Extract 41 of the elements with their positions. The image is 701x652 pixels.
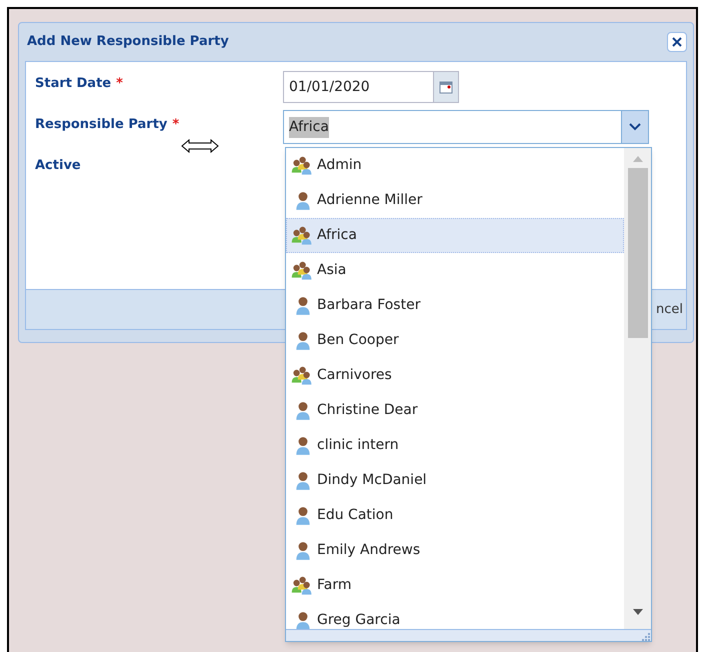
list-item[interactable]: Barbara Foster [286, 288, 624, 323]
list-item[interactable]: Christine Dear [286, 393, 624, 428]
required-mark: * [172, 116, 180, 134]
close-icon [671, 36, 683, 48]
scroll-thumb[interactable] [628, 168, 648, 338]
scroll-down-icon[interactable] [632, 609, 642, 615]
cancel-button[interactable]: ncel [656, 300, 684, 320]
list-item[interactable]: Admin [286, 148, 624, 183]
scrollbar[interactable] [624, 148, 651, 629]
date-field[interactable]: 01/01/2020 [283, 71, 459, 103]
person-icon [295, 470, 311, 490]
list-item[interactable]: clinic intern [286, 428, 624, 463]
resize-cursor-icon [181, 139, 219, 153]
list-item[interactable]: Adrienne Miller [286, 183, 624, 218]
combo-field[interactable]: Africa [283, 110, 649, 144]
person-icon [295, 436, 311, 456]
close-button[interactable] [667, 32, 687, 52]
field-label: Responsible Party [35, 116, 168, 134]
calendar-icon[interactable] [433, 72, 458, 102]
person-icon [295, 540, 311, 560]
scroll-up-icon[interactable] [632, 156, 642, 162]
resize-grip-icon[interactable] [642, 633, 650, 641]
person-icon [295, 400, 311, 420]
list-item[interactable]: Farm [286, 568, 624, 603]
person-icon [295, 610, 311, 629]
list-item[interactable]: Africa [286, 218, 624, 253]
person-icon [295, 296, 311, 316]
list-item[interactable]: Asia [286, 253, 624, 288]
field-label: Start Date [35, 75, 112, 93]
list-item[interactable]: Greg Garcia [286, 603, 624, 629]
dialog-title: Add New Responsible Party [27, 33, 229, 52]
list-item[interactable]: Edu Cation [286, 498, 624, 533]
list-item[interactable]: Ben Cooper [286, 323, 624, 358]
required-mark: * [116, 75, 123, 93]
person-icon [295, 190, 311, 210]
list-item[interactable]: Dindy McDaniel [286, 463, 624, 498]
list-item[interactable]: Carnivores [286, 358, 624, 393]
field-label: Active [35, 157, 81, 175]
list-item[interactable]: Emily Andrews [286, 533, 624, 568]
person-icon [295, 506, 311, 526]
person-icon [295, 330, 311, 350]
